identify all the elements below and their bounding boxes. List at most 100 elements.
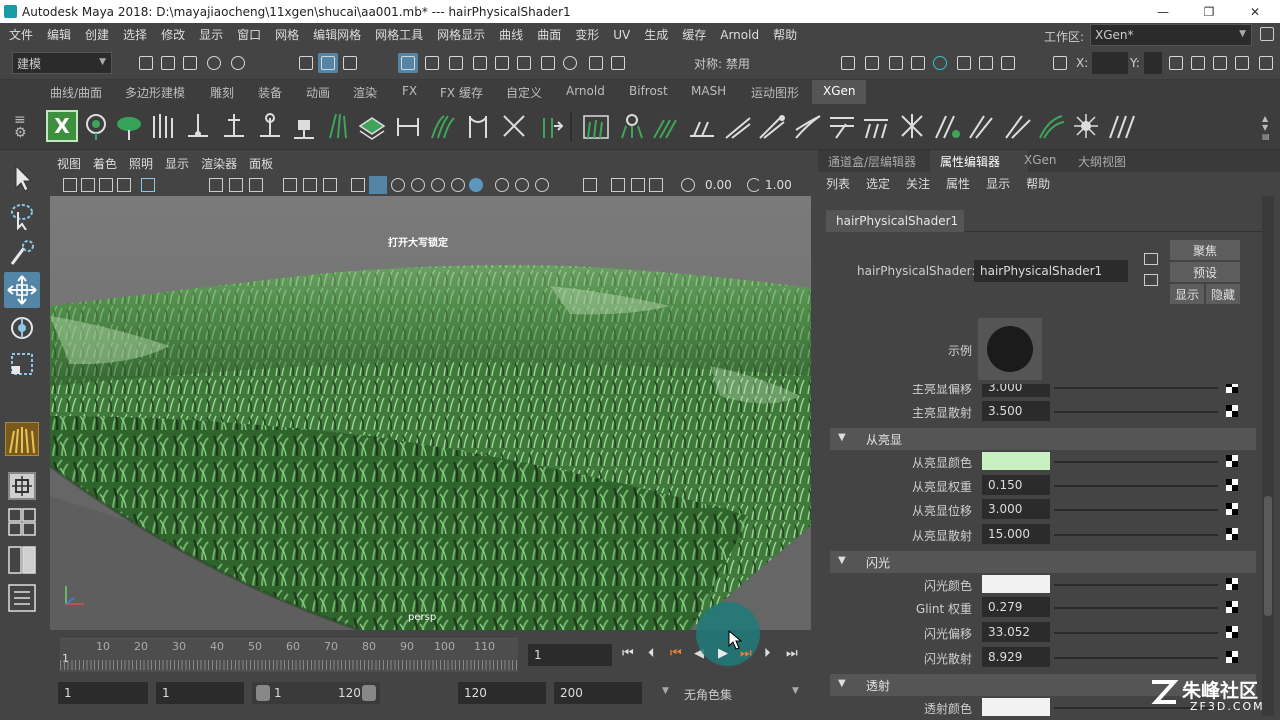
xgen-interactive-groom-icon[interactable] xyxy=(580,110,612,142)
restore-button[interactable]: ❐ xyxy=(1186,0,1232,23)
menu-surfaces[interactable]: 曲面 xyxy=(530,26,568,43)
menu-display[interactable]: 显示 xyxy=(192,26,230,43)
map-button-icon[interactable] xyxy=(1226,455,1238,467)
motion-blur-icon[interactable] xyxy=(495,178,509,192)
attr-value-field[interactable]: 3.000 xyxy=(982,384,1050,397)
menu-uv[interactable]: UV xyxy=(606,28,637,42)
animation-end-field[interactable]: 200 xyxy=(554,682,642,704)
soft-select-icon[interactable] xyxy=(608,53,628,73)
shelf-options-icon[interactable]: ≡ ⚙ xyxy=(14,113,30,140)
xgen-curve-brush-icon[interactable] xyxy=(1106,110,1138,142)
exposure-icon[interactable] xyxy=(681,178,695,192)
xgen-clump-icon[interactable] xyxy=(428,110,460,142)
shadows-icon[interactable] xyxy=(451,178,465,192)
ae-menu-show[interactable]: 显示 xyxy=(978,175,1018,192)
attr-slider-track[interactable] xyxy=(1054,387,1218,389)
close-button[interactable]: ✕ xyxy=(1232,0,1278,23)
attr-value-field[interactable]: 15.000 xyxy=(982,524,1050,544)
exposure-field[interactable]: 0.00 xyxy=(699,175,743,195)
render-view-icon[interactable] xyxy=(838,53,858,73)
character-set-dropdown[interactable]: 无角色集 xyxy=(684,686,732,703)
snap-live-icon[interactable] xyxy=(514,53,534,73)
select-tool-icon[interactable] xyxy=(10,164,36,195)
xgen-comb-brush-icon[interactable] xyxy=(650,110,682,142)
xgen-select-brush-icon[interactable] xyxy=(932,110,964,142)
xgen-guides-icon[interactable] xyxy=(148,110,180,142)
attr-slider-track[interactable] xyxy=(1054,632,1218,634)
xgen-groom-icon[interactable] xyxy=(114,110,146,142)
tool-settings-icon[interactable] xyxy=(1210,53,1230,73)
attr-slider-track[interactable] xyxy=(1054,411,1218,413)
xgen-description-icon[interactable] xyxy=(80,110,112,142)
menu-modify[interactable]: 修改 xyxy=(154,26,192,43)
use-all-lights-icon[interactable] xyxy=(431,178,445,192)
xgen-rebuild-icon[interactable] xyxy=(322,110,354,142)
shelf-tab-arnold[interactable]: Arnold xyxy=(566,84,605,98)
step-back-frame-icon[interactable]: ⏴ xyxy=(648,646,655,661)
layer-editor-icon[interactable] xyxy=(1232,53,1252,73)
y-coordinate-field[interactable] xyxy=(1144,52,1162,74)
render-settings-icon[interactable] xyxy=(908,53,928,73)
xgen-cross-icon[interactable] xyxy=(498,110,530,142)
gate-mask-icon[interactable] xyxy=(283,178,297,192)
focus-input-icon[interactable] xyxy=(1144,253,1158,265)
xray-components-icon[interactable] xyxy=(649,178,663,192)
viewport-menu-shading[interactable]: 着色 xyxy=(87,155,123,172)
shelf-tab-curves[interactable]: 曲线/曲面 xyxy=(50,84,102,101)
snap-grid-icon[interactable] xyxy=(398,53,418,73)
attr-slider-track[interactable] xyxy=(1054,509,1218,511)
viewport-menu-lighting[interactable]: 照明 xyxy=(123,155,159,172)
xgen-sculpt-guide-icon[interactable] xyxy=(254,110,286,142)
outliner-icon[interactable] xyxy=(1256,53,1276,73)
workspace-dropdown[interactable]: XGen* ▼ xyxy=(1090,24,1252,46)
viewport-menu-panels[interactable]: 面板 xyxy=(243,155,279,172)
char-set-chevron-icon[interactable]: ▼ xyxy=(662,686,669,696)
textured-icon[interactable] xyxy=(411,178,425,192)
bookmark-icon[interactable] xyxy=(81,178,95,192)
xgen-cut-icon[interactable] xyxy=(392,110,424,142)
outliner-layout-icon[interactable] xyxy=(8,584,36,612)
viewport-menu-view[interactable]: 视图 xyxy=(49,155,87,172)
ae-menu-selected[interactable]: 选定 xyxy=(858,175,898,192)
menu-mesh-display[interactable]: 网格显示 xyxy=(430,26,492,43)
open-scene-icon[interactable] xyxy=(158,53,178,73)
attr-value-field[interactable]: 3.500 xyxy=(982,401,1050,421)
grid-icon[interactable] xyxy=(209,178,223,192)
node-name-field[interactable]: hairPhysicalShader1 xyxy=(974,260,1128,282)
xray-icon[interactable] xyxy=(611,178,625,192)
xgen-bend-icon[interactable] xyxy=(462,110,494,142)
shelf-tab-rendering[interactable]: 渲染 xyxy=(353,84,377,101)
step-back-key-icon[interactable]: ⏮ xyxy=(670,646,682,661)
shelf-tab-fx[interactable]: FX xyxy=(402,84,417,98)
shelf-tab-mash[interactable]: MASH xyxy=(691,84,726,98)
snap-curve-icon[interactable] xyxy=(422,53,442,73)
last-tool-grass-icon[interactable] xyxy=(5,422,39,456)
attr-slider-track[interactable] xyxy=(1054,534,1218,536)
shelf-tab-fx-cache[interactable]: FX 缓存 xyxy=(440,84,483,101)
ae-menu-attributes[interactable]: 属性 xyxy=(938,175,978,192)
resolution-gate-icon[interactable] xyxy=(249,178,263,192)
xgen-length-brush-icon[interactable] xyxy=(686,110,718,142)
go-to-start-icon[interactable]: ⏮ xyxy=(622,646,634,661)
help-icon[interactable] xyxy=(560,53,580,73)
playback-end-field[interactable]: 120 xyxy=(458,682,546,704)
xgen-mask-brush-icon[interactable] xyxy=(966,110,998,142)
safe-title-icon[interactable] xyxy=(323,178,337,192)
focus-button[interactable]: 聚焦 xyxy=(1170,240,1240,260)
attr-slider-track[interactable] xyxy=(1054,461,1218,463)
xgen-plus-guide-icon[interactable] xyxy=(218,110,250,142)
attr-value-field[interactable]: 0.279 xyxy=(982,597,1050,617)
range-start-handle[interactable] xyxy=(256,685,270,701)
xgen-freeze-brush-icon[interactable] xyxy=(896,110,928,142)
attribute-editor-icon[interactable] xyxy=(1188,53,1208,73)
four-view-icon[interactable] xyxy=(8,508,36,536)
node-tab[interactable]: hairPhysicalShader1 xyxy=(826,210,964,232)
shelf-tab-animation[interactable]: 动画 xyxy=(306,84,330,101)
section-secondary-specular[interactable]: ▼ 从亮显 xyxy=(830,428,1256,450)
show-button[interactable]: 显示 xyxy=(1170,284,1204,304)
ae-menu-help[interactable]: 帮助 xyxy=(1018,175,1058,192)
ipr-render-icon[interactable] xyxy=(886,53,906,73)
time-slider[interactable]: 1 10 20 30 40 50 60 70 80 90 100 110 xyxy=(48,634,518,674)
2d-pan-icon[interactable] xyxy=(117,178,131,192)
tab-xgen[interactable]: XGen xyxy=(1024,153,1057,167)
